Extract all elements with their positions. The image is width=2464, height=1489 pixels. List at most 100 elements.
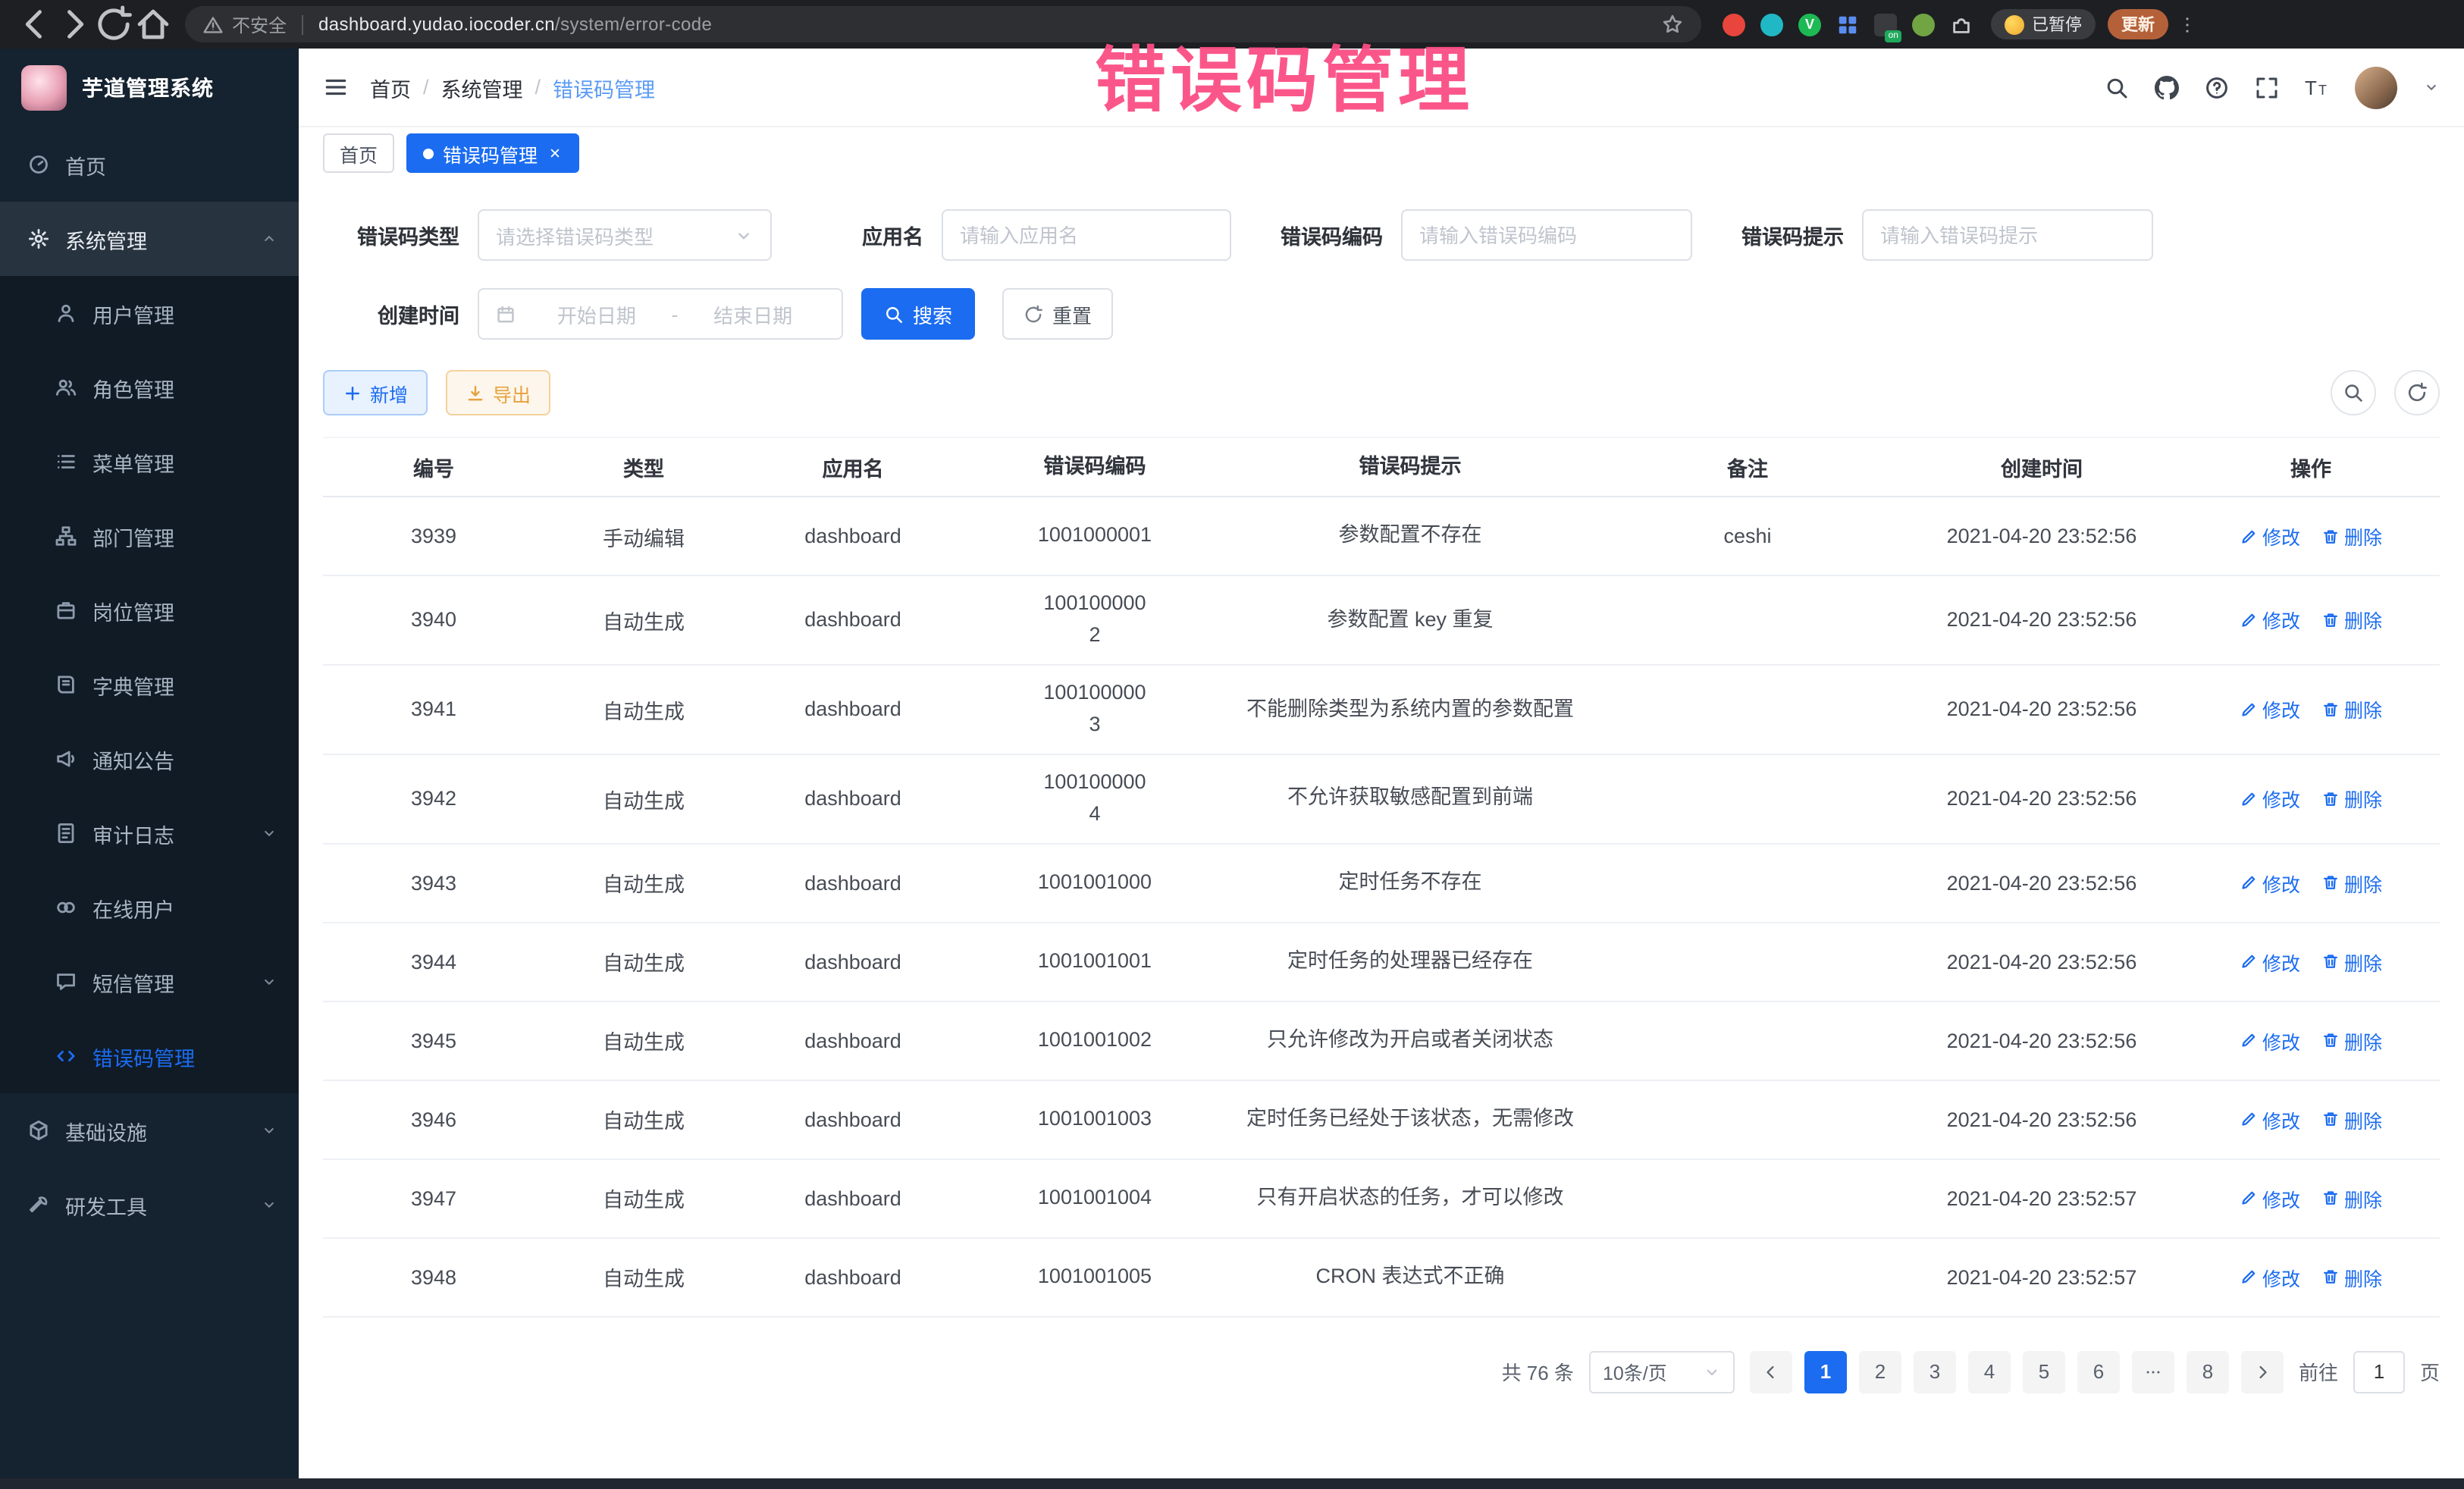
browser-menu-icon[interactable]	[2177, 14, 2197, 34]
edit-link[interactable]: 修改	[2240, 1262, 2300, 1291]
app-logo	[21, 65, 67, 111]
help-icon[interactable]	[2205, 75, 2229, 99]
edit-link[interactable]: 修改	[2240, 1105, 2300, 1133]
sidebar-item-gear[interactable]: 系统管理	[0, 202, 299, 276]
extension-leaf-icon[interactable]	[1912, 13, 1935, 36]
sidebar-item-code[interactable]: 错误码管理	[0, 1019, 299, 1093]
page-button-5[interactable]: 5	[2023, 1350, 2065, 1393]
forward-icon[interactable]	[55, 5, 94, 44]
extension-on-icon[interactable]	[1874, 13, 1897, 36]
table-refresh-button[interactable]	[2394, 370, 2440, 415]
paused-badge[interactable]: 已暂停	[1991, 9, 2096, 39]
bookmark-star-icon[interactable]	[1662, 14, 1683, 35]
app-logo-row[interactable]: 芋道管理系统	[0, 49, 299, 127]
extension-grid-icon[interactable]	[1836, 13, 1859, 36]
error-type-select[interactable]: 请选择错误码类型	[478, 209, 772, 261]
sidebar-item-menu-list[interactable]: 菜单管理	[0, 425, 299, 499]
reset-button[interactable]: 重置	[1002, 288, 1113, 340]
edit-link[interactable]: 修改	[2240, 784, 2300, 813]
page-button-3[interactable]: 3	[1914, 1350, 1956, 1393]
font-size-icon[interactable]: TT	[2305, 75, 2329, 99]
search-button[interactable]: 搜索	[861, 288, 975, 340]
delete-link[interactable]: 删除	[2321, 606, 2382, 635]
back-icon[interactable]	[15, 5, 55, 44]
extensions-area: V	[1723, 13, 1973, 36]
update-button[interactable]: 更新	[2108, 9, 2168, 39]
cell-create-time: 2021-04-20 23:52:56	[1901, 787, 2182, 810]
sidebar-item-badge[interactable]: 岗位管理	[0, 573, 299, 647]
org-icon	[55, 525, 77, 547]
page-button-6[interactable]: 6	[2077, 1350, 2120, 1393]
menu-fold-icon[interactable]	[323, 74, 349, 100]
sidebar-item-sms[interactable]: 短信管理	[0, 945, 299, 1019]
error-hint-input[interactable]	[1862, 209, 2153, 261]
home-icon[interactable]	[133, 5, 173, 44]
next-page-button[interactable]	[2241, 1350, 2284, 1393]
extensions-puzzle-icon[interactable]	[1950, 13, 1973, 36]
table-row: 3940自动生成dashboard100100000 2参数配置 key 重复2…	[323, 576, 2440, 666]
edit-link[interactable]: 修改	[2240, 695, 2300, 724]
edit-link[interactable]: 修改	[2240, 606, 2300, 635]
close-icon[interactable]	[547, 146, 562, 161]
page-button-2[interactable]: 2	[1859, 1350, 1901, 1393]
extension-green-icon[interactable]: V	[1798, 13, 1821, 36]
edit-icon	[2240, 1110, 2258, 1128]
user-avatar[interactable]	[2355, 66, 2397, 108]
sidebar-item-announcement[interactable]: 通知公告	[0, 722, 299, 796]
sidebar-item-users[interactable]: 角色管理	[0, 350, 299, 425]
delete-link[interactable]: 删除	[2321, 784, 2382, 813]
sidebar-item-log[interactable]: 审计日志	[0, 796, 299, 870]
goto-page-input[interactable]	[2353, 1350, 2405, 1393]
app-name-input[interactable]	[942, 209, 1231, 261]
delete-link[interactable]: 删除	[2321, 695, 2382, 724]
page-button-8[interactable]: 8	[2187, 1350, 2229, 1393]
search-icon[interactable]	[2105, 75, 2129, 99]
cell-id: 3946	[323, 1108, 544, 1130]
edit-link[interactable]: 修改	[2240, 522, 2300, 550]
error-code-input[interactable]	[1401, 209, 1692, 261]
reload-icon[interactable]	[94, 5, 133, 44]
delete-link[interactable]: 删除	[2321, 1262, 2382, 1291]
edit-link[interactable]: 修改	[2240, 1183, 2300, 1212]
prev-page-button[interactable]	[1750, 1350, 1792, 1393]
breadcrumb-home[interactable]: 首页	[370, 72, 411, 102]
breadcrumb-system[interactable]: 系统管理	[441, 72, 523, 102]
chevron-down-icon[interactable]	[2423, 79, 2440, 96]
delete-link[interactable]: 删除	[2321, 522, 2382, 550]
more-pages-button[interactable]	[2132, 1350, 2174, 1393]
delete-link[interactable]: 删除	[2321, 1026, 2382, 1055]
delete-link[interactable]: 删除	[2321, 868, 2382, 897]
edit-link[interactable]: 修改	[2240, 1026, 2300, 1055]
edit-link[interactable]: 修改	[2240, 947, 2300, 976]
sidebar-item-tools[interactable]: 研发工具	[0, 1168, 299, 1242]
page-button-4[interactable]: 4	[1968, 1350, 2011, 1393]
delete-link[interactable]: 删除	[2321, 1105, 2382, 1133]
fullscreen-icon[interactable]	[2255, 75, 2279, 99]
table-search-toggle-button[interactable]	[2331, 370, 2376, 415]
export-button[interactable]: 导出	[446, 370, 550, 415]
date-range-picker[interactable]: 开始日期 - 结束日期	[478, 288, 843, 340]
cell-error-code: 1001001001	[963, 945, 1227, 977]
tab-error-code[interactable]: 错误码管理	[406, 133, 578, 173]
add-button[interactable]: 新增	[323, 370, 428, 415]
book-icon	[55, 673, 77, 696]
sidebar-item-online[interactable]: 在线用户	[0, 870, 299, 945]
plus-icon	[343, 383, 362, 403]
sidebar-item-dashboard[interactable]: 首页	[0, 127, 299, 202]
address-bar[interactable]: 不安全 dashboard.yudao.iocoder.cn /system/e…	[185, 6, 1701, 42]
github-icon[interactable]	[2155, 75, 2179, 99]
page-size-select[interactable]: 10条/页	[1589, 1350, 1735, 1393]
sidebar-item-org[interactable]: 部门管理	[0, 499, 299, 573]
security-indicator[interactable]: 不安全	[203, 11, 287, 37]
sidebar-item-infra[interactable]: 基础设施	[0, 1093, 299, 1168]
delete-link[interactable]: 删除	[2321, 1183, 2382, 1212]
active-dot-icon	[423, 148, 434, 158]
page-button-1[interactable]: 1	[1804, 1350, 1847, 1393]
sidebar-item-user[interactable]: 用户管理	[0, 276, 299, 350]
sidebar-item-book[interactable]: 字典管理	[0, 647, 299, 722]
delete-link[interactable]: 删除	[2321, 947, 2382, 976]
edit-link[interactable]: 修改	[2240, 868, 2300, 897]
tab-home[interactable]: 首页	[323, 133, 394, 173]
extension-red-icon[interactable]	[1723, 13, 1745, 36]
extension-teal-icon[interactable]	[1760, 13, 1783, 36]
